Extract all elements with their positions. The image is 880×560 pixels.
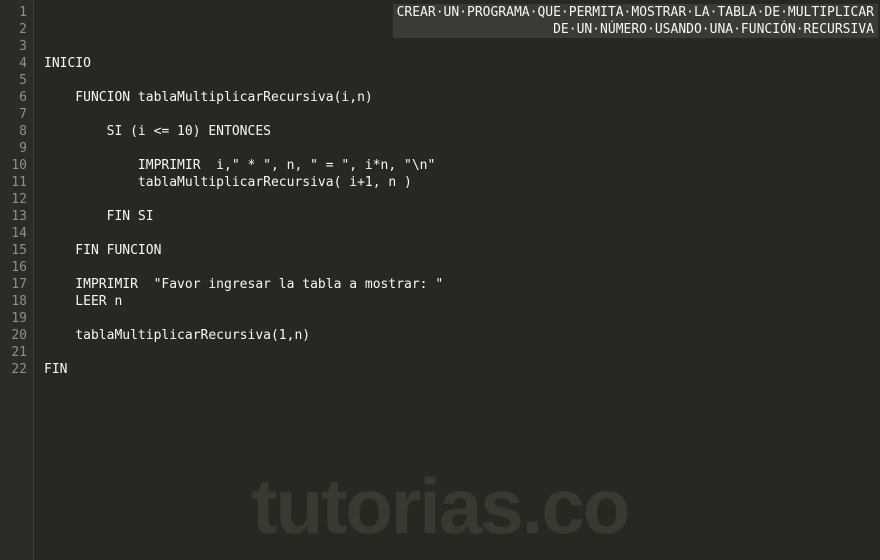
line-number: 22 [6,361,27,378]
line-number: 4 [6,55,27,72]
code-line[interactable] [44,225,880,242]
code-line[interactable] [44,72,880,89]
line-number: 12 [6,191,27,208]
line-number: 8 [6,123,27,140]
code-area[interactable]: CREAR·UN·PROGRAMA·QUE·PERMITA·MOSTRAR·LA… [34,0,880,560]
line-number: 21 [6,344,27,361]
line-number: 15 [6,242,27,259]
code-line[interactable] [44,38,880,55]
line-number: 18 [6,293,27,310]
line-number: 17 [6,276,27,293]
line-number: 16 [6,259,27,276]
code-line[interactable]: tablaMultiplicarRecursiva( i+1, n ) [44,174,880,191]
code-line[interactable] [44,344,880,361]
code-line[interactable] [44,191,880,208]
code-line[interactable]: LEER n [44,293,880,310]
header-comment-block: CREAR·UN·PROGRAMA·QUE·PERMITA·MOSTRAR·LA… [393,4,878,38]
code-line[interactable]: FIN [44,361,880,378]
code-line[interactable] [44,259,880,276]
code-line[interactable] [44,140,880,157]
code-line[interactable]: FUNCION tablaMultiplicarRecursiva(i,n) [44,89,880,106]
line-number: 9 [6,140,27,157]
line-number: 13 [6,208,27,225]
line-number: 7 [6,106,27,123]
line-number-gutter: 12345678910111213141516171819202122 [0,0,34,560]
line-number: 20 [6,327,27,344]
line-number: 14 [6,225,27,242]
code-line[interactable]: INICIO [44,55,880,72]
code-line[interactable]: tablaMultiplicarRecursiva(1,n) [44,327,880,344]
line-number: 10 [6,157,27,174]
line-number: 19 [6,310,27,327]
header-comment-line: DE·UN·NÚMERO·USANDO·UNA·FUNCIÓN·RECURSIV… [393,21,878,38]
code-line[interactable]: IMPRIMIR i," * ", n, " = ", i*n, "\n" [44,157,880,174]
code-line[interactable]: SI (i <= 10) ENTONCES [44,123,880,140]
code-line[interactable] [44,310,880,327]
header-comment-line: CREAR·UN·PROGRAMA·QUE·PERMITA·MOSTRAR·LA… [393,4,878,21]
line-number: 1 [6,4,27,21]
code-editor[interactable]: 12345678910111213141516171819202122 CREA… [0,0,880,560]
code-line[interactable]: FIN SI [44,208,880,225]
line-number: 11 [6,174,27,191]
line-number: 3 [6,38,27,55]
line-number: 2 [6,21,27,38]
code-line[interactable]: FIN FUNCION [44,242,880,259]
code-line[interactable]: IMPRIMIR "Favor ingresar la tabla a most… [44,276,880,293]
line-number: 5 [6,72,27,89]
code-line[interactable] [44,106,880,123]
line-number: 6 [6,89,27,106]
